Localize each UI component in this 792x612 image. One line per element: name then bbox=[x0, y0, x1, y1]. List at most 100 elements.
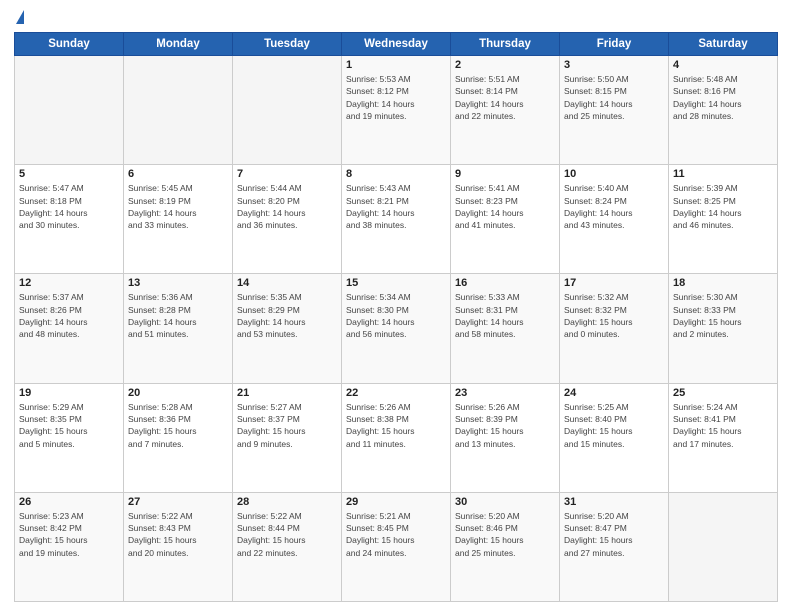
day-info: Sunrise: 5:36 AM Sunset: 8:28 PM Dayligh… bbox=[128, 291, 228, 340]
calendar-day-9: 9 Sunrise: 5:41 AM Sunset: 8:23 PM Daylig… bbox=[451, 165, 560, 274]
calendar-week-row: 12Sunrise: 5:37 AM Sunset: 8:26 PM Dayli… bbox=[15, 274, 778, 383]
day-number: 8 bbox=[346, 168, 446, 180]
calendar-day-18: 18 Sunrise: 5:30 AM Sunset: 8:33 PM Dayli… bbox=[669, 274, 778, 383]
calendar-day-22: 22 Sunrise: 5:26 AM Sunset: 8:38 PM Dayli… bbox=[342, 383, 451, 492]
day-number: 5 bbox=[19, 168, 119, 180]
calendar-day-29: 29Sunrise: 5:21 AM Sunset: 8:45 PM Dayli… bbox=[342, 492, 451, 601]
day-info: Sunrise: 5:26 AM Sunset: 8:38 PM Dayligh… bbox=[346, 401, 446, 450]
day-info: Sunrise: 5:34 AM Sunset: 8:30 PM Dayligh… bbox=[346, 291, 446, 340]
calendar-day-23: 23Sunrise: 5:26 AM Sunset: 8:39 PM Dayli… bbox=[451, 383, 560, 492]
day-number: 26 bbox=[19, 496, 119, 508]
calendar-empty bbox=[15, 56, 124, 165]
calendar-day-31: 31 Sunrise: 5:20 AM Sunset: 8:47 PM Dayli… bbox=[560, 492, 669, 601]
day-info: Sunrise: 5:20 AM Sunset: 8:46 PM Dayligh… bbox=[455, 510, 555, 559]
day-info: Sunrise: 5:41 AM Sunset: 8:23 PM Dayligh… bbox=[455, 182, 555, 231]
calendar-day-10: 10 Sunrise: 5:40 AM Sunset: 8:24 PM Dayli… bbox=[560, 165, 669, 274]
calendar-day-13: 13 Sunrise: 5:36 AM Sunset: 8:28 PM Dayli… bbox=[124, 274, 233, 383]
calendar-day-17: 17Sunrise: 5:32 AM Sunset: 8:32 PM Dayli… bbox=[560, 274, 669, 383]
day-number: 16 bbox=[455, 277, 555, 289]
day-number: 18 bbox=[673, 277, 773, 289]
calendar-day-3: 3 Sunrise: 5:50 AM Sunset: 8:15 PM Daylig… bbox=[560, 56, 669, 165]
day-info: Sunrise: 5:24 AM Sunset: 8:41 PM Dayligh… bbox=[673, 401, 773, 450]
day-number: 13 bbox=[128, 277, 228, 289]
day-number: 15 bbox=[346, 277, 446, 289]
calendar-day-24: 24Sunrise: 5:25 AM Sunset: 8:40 PM Dayli… bbox=[560, 383, 669, 492]
calendar-day-28: 28 Sunrise: 5:22 AM Sunset: 8:44 PM Dayli… bbox=[233, 492, 342, 601]
day-info: Sunrise: 5:48 AM Sunset: 8:16 PM Dayligh… bbox=[673, 73, 773, 122]
calendar-body: 1 Sunrise: 5:53 AM Sunset: 8:12 PM Daylig… bbox=[15, 56, 778, 602]
day-number: 7 bbox=[237, 168, 337, 180]
day-number: 14 bbox=[237, 277, 337, 289]
logo-triangle-icon bbox=[16, 10, 24, 24]
day-info: Sunrise: 5:37 AM Sunset: 8:26 PM Dayligh… bbox=[19, 291, 119, 340]
day-info: Sunrise: 5:22 AM Sunset: 8:43 PM Dayligh… bbox=[128, 510, 228, 559]
weekday-header-row: SundayMondayTuesdayWednesdayThursdayFrid… bbox=[15, 33, 778, 56]
day-info: Sunrise: 5:50 AM Sunset: 8:15 PM Dayligh… bbox=[564, 73, 664, 122]
calendar-day-19: 19 Sunrise: 5:29 AM Sunset: 8:35 PM Dayli… bbox=[15, 383, 124, 492]
day-info: Sunrise: 5:51 AM Sunset: 8:14 PM Dayligh… bbox=[455, 73, 555, 122]
calendar-day-27: 27 Sunrise: 5:22 AM Sunset: 8:43 PM Dayli… bbox=[124, 492, 233, 601]
day-info: Sunrise: 5:39 AM Sunset: 8:25 PM Dayligh… bbox=[673, 182, 773, 231]
day-info: Sunrise: 5:43 AM Sunset: 8:21 PM Dayligh… bbox=[346, 182, 446, 231]
day-info: Sunrise: 5:29 AM Sunset: 8:35 PM Dayligh… bbox=[19, 401, 119, 450]
calendar-day-30: 30 Sunrise: 5:20 AM Sunset: 8:46 PM Dayli… bbox=[451, 492, 560, 601]
calendar-header: SundayMondayTuesdayWednesdayThursdayFrid… bbox=[15, 33, 778, 56]
day-number: 20 bbox=[128, 387, 228, 399]
day-info: Sunrise: 5:22 AM Sunset: 8:44 PM Dayligh… bbox=[237, 510, 337, 559]
calendar-day-7: 7 Sunrise: 5:44 AM Sunset: 8:20 PM Daylig… bbox=[233, 165, 342, 274]
page: SundayMondayTuesdayWednesdayThursdayFrid… bbox=[0, 0, 792, 612]
day-info: Sunrise: 5:47 AM Sunset: 8:18 PM Dayligh… bbox=[19, 182, 119, 231]
day-number: 3 bbox=[564, 59, 664, 71]
day-number: 30 bbox=[455, 496, 555, 508]
calendar-day-25: 25 Sunrise: 5:24 AM Sunset: 8:41 PM Dayli… bbox=[669, 383, 778, 492]
calendar-day-5: 5 Sunrise: 5:47 AM Sunset: 8:18 PM Daylig… bbox=[15, 165, 124, 274]
day-number: 22 bbox=[346, 387, 446, 399]
weekday-header-thursday: Thursday bbox=[451, 33, 560, 56]
day-info: Sunrise: 5:44 AM Sunset: 8:20 PM Dayligh… bbox=[237, 182, 337, 231]
day-info: Sunrise: 5:53 AM Sunset: 8:12 PM Dayligh… bbox=[346, 73, 446, 122]
day-number: 1 bbox=[346, 59, 446, 71]
day-number: 10 bbox=[564, 168, 664, 180]
calendar-day-15: 15 Sunrise: 5:34 AM Sunset: 8:30 PM Dayli… bbox=[342, 274, 451, 383]
weekday-header-saturday: Saturday bbox=[669, 33, 778, 56]
calendar-day-21: 21Sunrise: 5:27 AM Sunset: 8:37 PM Dayli… bbox=[233, 383, 342, 492]
calendar-day-14: 14 Sunrise: 5:35 AM Sunset: 8:29 PM Dayli… bbox=[233, 274, 342, 383]
calendar-week-row: 1 Sunrise: 5:53 AM Sunset: 8:12 PM Daylig… bbox=[15, 56, 778, 165]
weekday-header-wednesday: Wednesday bbox=[342, 33, 451, 56]
day-number: 6 bbox=[128, 168, 228, 180]
day-number: 28 bbox=[237, 496, 337, 508]
day-info: Sunrise: 5:40 AM Sunset: 8:24 PM Dayligh… bbox=[564, 182, 664, 231]
day-info: Sunrise: 5:30 AM Sunset: 8:33 PM Dayligh… bbox=[673, 291, 773, 340]
day-number: 29 bbox=[346, 496, 446, 508]
calendar-table: SundayMondayTuesdayWednesdayThursdayFrid… bbox=[14, 32, 778, 602]
calendar-day-16: 16Sunrise: 5:33 AM Sunset: 8:31 PM Dayli… bbox=[451, 274, 560, 383]
weekday-header-monday: Monday bbox=[124, 33, 233, 56]
logo bbox=[14, 10, 24, 24]
calendar-empty bbox=[669, 492, 778, 601]
weekday-header-sunday: Sunday bbox=[15, 33, 124, 56]
day-info: Sunrise: 5:20 AM Sunset: 8:47 PM Dayligh… bbox=[564, 510, 664, 559]
calendar-day-8: 8 Sunrise: 5:43 AM Sunset: 8:21 PM Daylig… bbox=[342, 165, 451, 274]
day-number: 19 bbox=[19, 387, 119, 399]
day-info: Sunrise: 5:26 AM Sunset: 8:39 PM Dayligh… bbox=[455, 401, 555, 450]
day-number: 9 bbox=[455, 168, 555, 180]
calendar-day-12: 12Sunrise: 5:37 AM Sunset: 8:26 PM Dayli… bbox=[15, 274, 124, 383]
day-number: 17 bbox=[564, 277, 664, 289]
day-number: 27 bbox=[128, 496, 228, 508]
weekday-header-friday: Friday bbox=[560, 33, 669, 56]
day-number: 25 bbox=[673, 387, 773, 399]
weekday-header-tuesday: Tuesday bbox=[233, 33, 342, 56]
day-number: 31 bbox=[564, 496, 664, 508]
calendar-week-row: 19 Sunrise: 5:29 AM Sunset: 8:35 PM Dayli… bbox=[15, 383, 778, 492]
header bbox=[14, 10, 778, 24]
calendar-day-20: 20Sunrise: 5:28 AM Sunset: 8:36 PM Dayli… bbox=[124, 383, 233, 492]
day-info: Sunrise: 5:27 AM Sunset: 8:37 PM Dayligh… bbox=[237, 401, 337, 450]
calendar-empty bbox=[233, 56, 342, 165]
day-number: 4 bbox=[673, 59, 773, 71]
calendar-day-4: 4 Sunrise: 5:48 AM Sunset: 8:16 PM Daylig… bbox=[669, 56, 778, 165]
calendar-day-6: 6Sunrise: 5:45 AM Sunset: 8:19 PM Daylig… bbox=[124, 165, 233, 274]
day-number: 2 bbox=[455, 59, 555, 71]
calendar-day-11: 11Sunrise: 5:39 AM Sunset: 8:25 PM Dayli… bbox=[669, 165, 778, 274]
calendar-day-1: 1 Sunrise: 5:53 AM Sunset: 8:12 PM Daylig… bbox=[342, 56, 451, 165]
day-info: Sunrise: 5:35 AM Sunset: 8:29 PM Dayligh… bbox=[237, 291, 337, 340]
